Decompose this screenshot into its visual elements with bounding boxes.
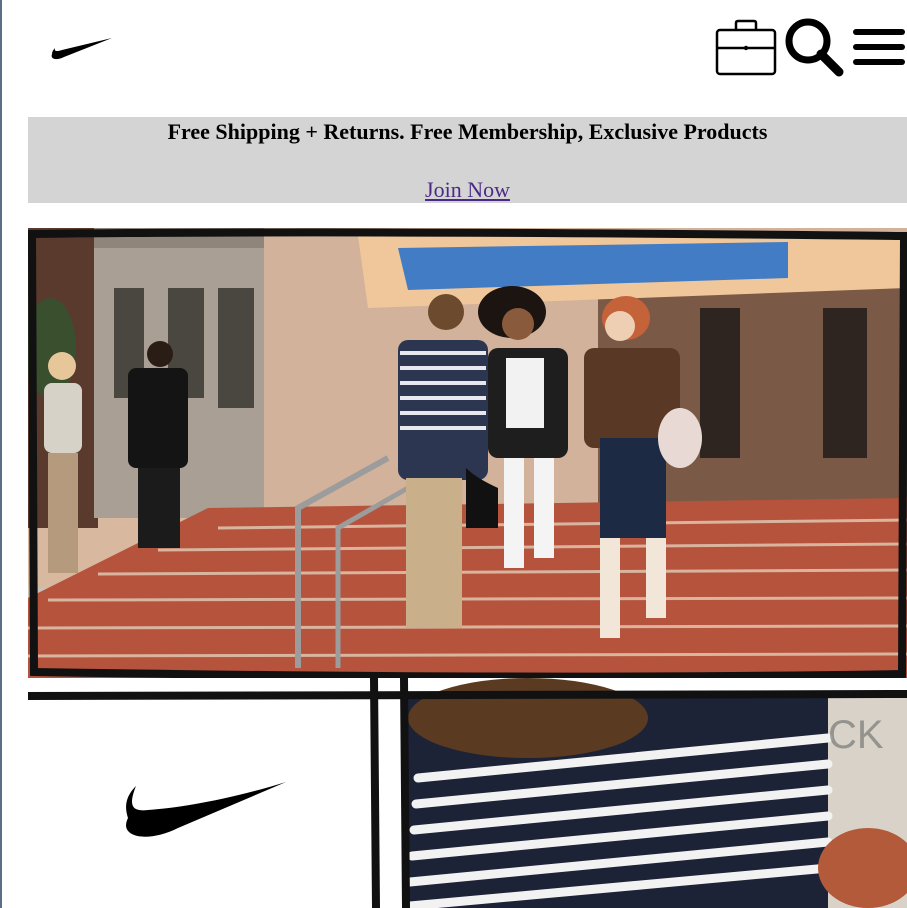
sub-panel-art: CK [28, 678, 907, 908]
swoosh-logo[interactable] [50, 30, 114, 62]
sub-panel[interactable]: CK [28, 678, 907, 908]
hero-photo [28, 228, 907, 680]
search-icon[interactable] [783, 16, 845, 83]
person-left [44, 352, 82, 573]
header-icons [715, 16, 907, 83]
decor-text: CK [828, 713, 884, 757]
menu-icon[interactable] [851, 23, 907, 76]
page: Free Shipping + Returns. Free Membership… [0, 0, 907, 908]
promo-text: Free Shipping + Returns. Free Membership… [167, 119, 768, 144]
join-now-link[interactable]: Join Now [425, 177, 510, 203]
swoosh-logo-icon [51, 38, 112, 60]
hero-image[interactable] [28, 228, 907, 680]
promo-banner: Free Shipping + Returns. Free Membership… [28, 117, 907, 203]
site-header [0, 0, 907, 100]
window-edge [0, 0, 2, 908]
briefcase-icon[interactable] [715, 18, 777, 81]
